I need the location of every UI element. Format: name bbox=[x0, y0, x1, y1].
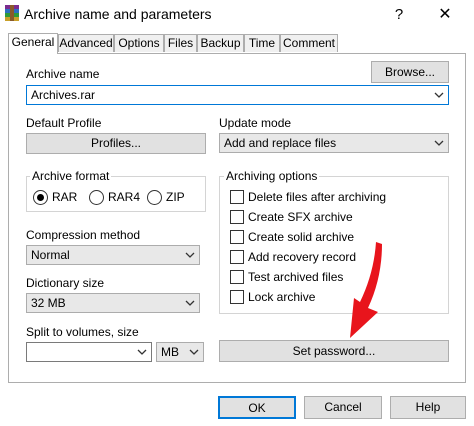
checkbox-lock-archive-label[interactable]: Lock archive bbox=[248, 290, 315, 304]
checkbox-delete-files-label[interactable]: Delete files after archiving bbox=[248, 190, 386, 204]
chevron-down-icon[interactable] bbox=[433, 137, 445, 149]
profiles-button[interactable]: Profiles... bbox=[26, 133, 206, 154]
archive-name-input[interactable]: Archives.rar bbox=[26, 85, 449, 105]
checkbox-create-solid[interactable] bbox=[230, 230, 244, 244]
help-button[interactable]: Help bbox=[390, 396, 466, 419]
chevron-down-icon[interactable] bbox=[136, 346, 148, 358]
tab-options[interactable]: Options bbox=[114, 34, 164, 52]
tab-time[interactable]: Time bbox=[244, 34, 280, 52]
checkbox-recovery-record[interactable] bbox=[230, 250, 244, 264]
title-help-button[interactable]: ? bbox=[384, 2, 414, 28]
tab-comment[interactable]: Comment bbox=[280, 34, 338, 52]
chevron-down-icon[interactable] bbox=[188, 346, 200, 358]
archive-name-value: Archives.rar bbox=[31, 88, 96, 102]
tab-files[interactable]: Files bbox=[164, 34, 197, 52]
update-mode-select[interactable]: Add and replace files bbox=[219, 133, 449, 153]
checkbox-delete-files[interactable] bbox=[230, 190, 244, 204]
split-unit-select[interactable]: MB bbox=[156, 342, 204, 362]
dictionary-size-value: 32 MB bbox=[31, 296, 66, 310]
radio-rar-label[interactable]: RAR bbox=[52, 190, 77, 204]
radio-rar4[interactable] bbox=[89, 190, 104, 205]
close-button[interactable]: ✕ bbox=[430, 2, 460, 28]
tab-backup[interactable]: Backup bbox=[197, 34, 244, 52]
tab-advanced[interactable]: Advanced bbox=[58, 34, 114, 52]
archive-name-label: Archive name bbox=[26, 67, 100, 81]
dictionary-size-label: Dictionary size bbox=[26, 276, 105, 290]
update-mode-label: Update mode bbox=[219, 116, 292, 130]
title-bar: Archive name and parameters ? ✕ bbox=[0, 0, 474, 32]
radio-zip-label[interactable]: ZIP bbox=[166, 190, 185, 204]
red-arrow-annotation-icon bbox=[350, 242, 382, 338]
split-unit-value: MB bbox=[161, 345, 179, 359]
chevron-down-icon[interactable] bbox=[184, 249, 196, 261]
checkbox-create-sfx[interactable] bbox=[230, 210, 244, 224]
browse-button[interactable]: Browse... bbox=[371, 61, 449, 83]
default-profile-label: Default Profile bbox=[26, 116, 102, 130]
winrar-app-icon bbox=[3, 4, 21, 22]
radio-selected-dot bbox=[37, 194, 44, 201]
cancel-button[interactable]: Cancel bbox=[304, 396, 382, 419]
radio-rar4-label[interactable]: RAR4 bbox=[108, 190, 140, 204]
compression-method-value: Normal bbox=[31, 248, 70, 262]
window-title: Archive name and parameters bbox=[24, 6, 212, 22]
radio-rar[interactable] bbox=[33, 190, 48, 205]
checkbox-lock-archive[interactable] bbox=[230, 290, 244, 304]
archive-format-label: Archive format bbox=[30, 169, 112, 183]
compression-method-select[interactable]: Normal bbox=[26, 245, 200, 265]
tab-general[interactable]: General bbox=[8, 33, 58, 54]
split-volumes-label: Split to volumes, size bbox=[26, 325, 139, 339]
radio-zip[interactable] bbox=[147, 190, 162, 205]
update-mode-value: Add and replace files bbox=[224, 136, 337, 150]
checkbox-create-sfx-label[interactable]: Create SFX archive bbox=[248, 210, 353, 224]
compression-method-label: Compression method bbox=[26, 228, 141, 242]
chevron-down-icon[interactable] bbox=[184, 297, 196, 309]
ok-button[interactable]: OK bbox=[218, 396, 296, 419]
split-volumes-input[interactable] bbox=[26, 342, 152, 362]
archiving-options-label: Archiving options bbox=[224, 169, 320, 183]
checkbox-test-archived[interactable] bbox=[230, 270, 244, 284]
dictionary-size-select[interactable]: 32 MB bbox=[26, 293, 200, 313]
chevron-down-icon[interactable] bbox=[433, 89, 445, 101]
